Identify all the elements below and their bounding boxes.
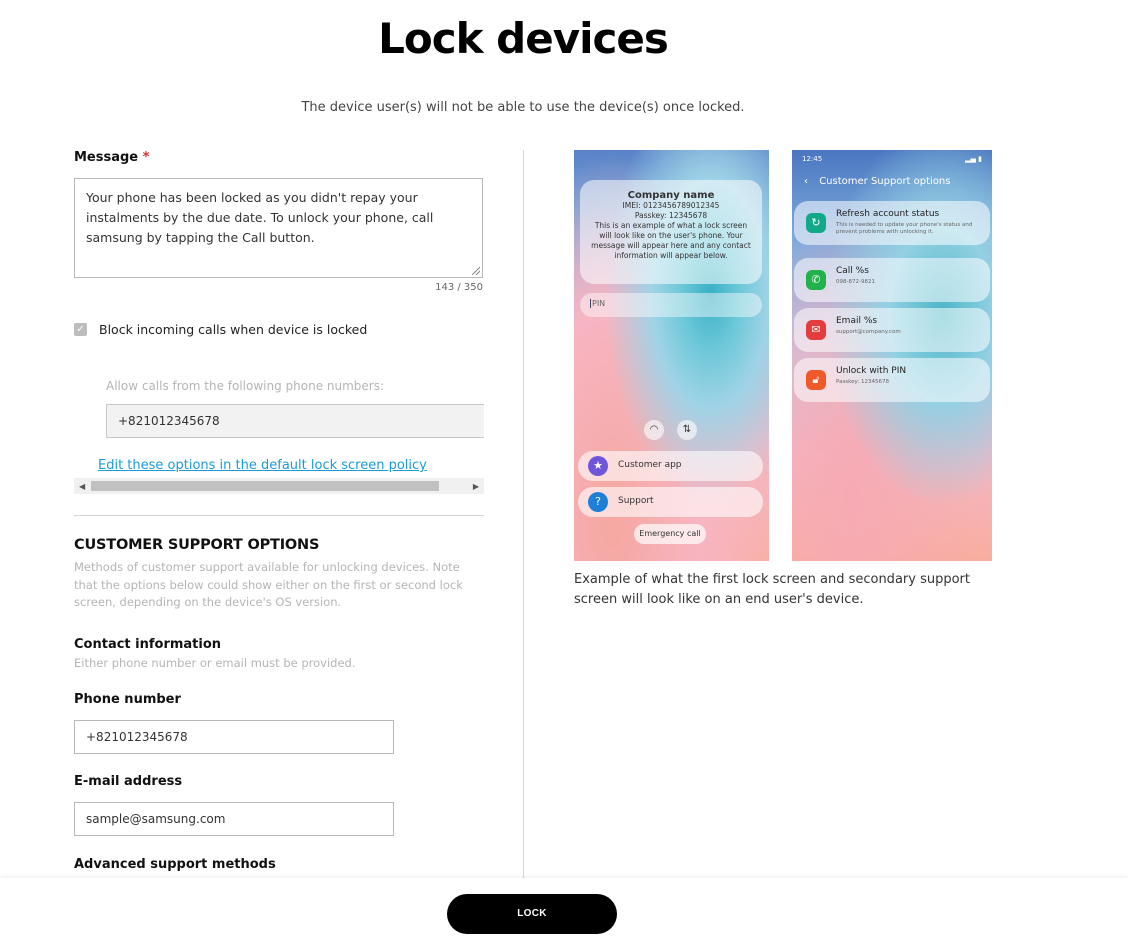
footer-bar: LOCK [0, 878, 1128, 945]
support-screen-header: ‹ Customer Support options [804, 176, 950, 187]
message-label-text: Message [74, 150, 139, 165]
scroll-right-icon[interactable]: ▶ [473, 482, 479, 491]
lock-message-line: will look like on the user's phone. Your [599, 231, 743, 240]
lock-message-card: Company name IMEI: 0123456789012345 Pass… [580, 180, 762, 284]
message-char-counter: 143 / 350 [435, 282, 483, 293]
page-title: Lock devices [378, 14, 669, 63]
support-option-title: Call %s [836, 266, 869, 276]
block-calls-checkbox[interactable]: ✓ [74, 323, 87, 336]
edit-lock-policy-link[interactable]: Edit these options in the default lock s… [98, 458, 427, 473]
lock-form: Message * Your phone has been locked as … [74, 150, 484, 872]
pin-placeholder: PIN [590, 299, 606, 308]
lock-button[interactable]: LOCK [447, 894, 617, 934]
email-address-label: E-mail address [74, 774, 183, 789]
support-option-refresh: ↻ Refresh account status This is needed … [794, 201, 990, 245]
allowed-numbers-input[interactable]: +821012345678 [106, 404, 484, 438]
block-calls-label: Block incoming calls when device is lock… [99, 322, 368, 337]
lock-message-line: information will appear below. [614, 251, 728, 260]
message-text: Your phone has been locked as you didn't… [86, 190, 434, 245]
block-calls-row[interactable]: ✓ Block incoming calls when device is lo… [74, 322, 367, 337]
support-screen-title: Customer Support options [819, 176, 951, 187]
status-bar: 12:45 ▂▄ ▮ [802, 155, 982, 163]
pin-field-preview: PIN [580, 293, 762, 317]
preview-caption: Example of what the first lock screen an… [574, 572, 970, 607]
advanced-support-label: Advanced support methods [74, 857, 276, 872]
back-icon: ‹ [804, 176, 808, 187]
resize-handle-icon[interactable] [472, 267, 480, 275]
unlock-icon: 🔓︎ [806, 370, 826, 390]
support-option-sub: support@company.com [836, 329, 901, 335]
support-option-title: Email %s [836, 316, 878, 326]
phone-icon: ✆ [806, 270, 826, 290]
signal-battery-icon: ▂▄ ▮ [965, 155, 982, 163]
support-section-title: CUSTOMER SUPPORT OPTIONS [74, 537, 320, 553]
star-icon: ★ [588, 456, 608, 476]
help-icon: ? [588, 492, 608, 512]
page-subtitle: The device user(s) will not be able to u… [301, 100, 745, 115]
wifi-icon: ◠ [644, 420, 664, 440]
support-option-unlock-pin: 🔓︎ Unlock with PIN Passkey: 12345678 [794, 358, 990, 402]
message-label: Message * [74, 150, 484, 165]
refresh-icon: ↻ [806, 213, 826, 233]
data-transfer-icon: ⇅ [677, 420, 697, 440]
passkey-text: Passkey: 12345678 [634, 211, 708, 220]
support-option-sub: Passkey: 12345678 [836, 379, 889, 385]
support-label: Support [618, 496, 654, 506]
required-mark: * [142, 150, 150, 165]
customer-app-pill: ★ Customer app [578, 451, 763, 481]
support-screen-preview: 12:45 ▂▄ ▮ ‹ Customer Support options ↻ … [792, 150, 992, 561]
message-textarea[interactable]: Your phone has been locked as you didn't… [74, 178, 483, 278]
lock-screen-preview: Company name IMEI: 0123456789012345 Pass… [574, 150, 769, 561]
email-address-input[interactable]: sample@samsung.com [74, 802, 394, 836]
imei-text: IMEI: 0123456789012345 [622, 201, 720, 210]
lock-message-line: message will appear here and any contact [591, 241, 751, 250]
lock-message-line: This is an example of what a lock screen [594, 221, 748, 230]
contact-info-title: Contact information [74, 637, 222, 652]
company-name: Company name [627, 190, 715, 201]
support-option-title: Refresh account status [836, 209, 940, 219]
vertical-divider [523, 150, 524, 878]
emergency-call-pill: Emergency call [634, 524, 706, 544]
support-pill: ? Support [578, 487, 763, 517]
phone-number-input[interactable]: +821012345678 [74, 720, 394, 754]
section-divider [74, 515, 484, 516]
mail-icon: ✉ [806, 320, 826, 340]
support-option-call: ✆ Call %s 098-872-9821 [794, 258, 990, 302]
support-option-sub: 098-872-9821 [836, 279, 875, 285]
support-section-description: Methods of customer support available fo… [74, 560, 463, 609]
support-option-title: Unlock with PIN [836, 366, 907, 376]
scroll-left-icon[interactable]: ◀ [79, 482, 85, 491]
allow-calls-label: Allow calls from the following phone num… [106, 379, 385, 393]
horizontal-scrollbar[interactable]: ◀ ▶ [74, 478, 484, 494]
scrollbar-thumb[interactable] [91, 481, 439, 491]
support-option-sub: This is needed to update your phone's st… [836, 222, 973, 235]
status-time: 12:45 [802, 155, 823, 163]
support-option-email: ✉ Email %s support@company.com [794, 308, 990, 352]
contact-info-description: Either phone number or email must be pro… [74, 656, 356, 670]
phone-number-label: Phone number [74, 692, 181, 707]
customer-app-label: Customer app [618, 460, 682, 470]
